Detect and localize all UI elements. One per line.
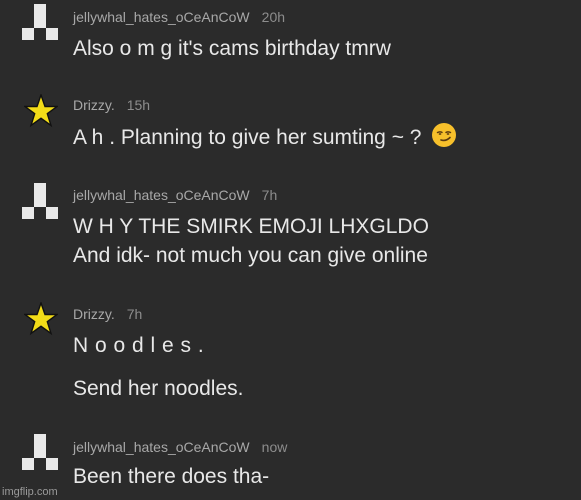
comment-text: Send her noodles. bbox=[73, 377, 244, 400]
username[interactable]: jellywhal_hates_oCeAnCoW bbox=[73, 187, 250, 203]
comment-text-line: A h . Planning to give her sumting ~ ? bbox=[73, 126, 422, 149]
comment-meta: Drizzy. 15h bbox=[73, 97, 150, 113]
comment-meta: Drizzy. 7h bbox=[73, 306, 142, 322]
comment-text: W H Y THE SMIRK EMOJI LHXGLDO bbox=[73, 215, 429, 238]
username[interactable]: Drizzy. bbox=[73, 97, 115, 113]
username[interactable]: jellywhal_hates_oCeAnCoW bbox=[73, 439, 250, 455]
star-avatar-icon[interactable] bbox=[24, 302, 58, 336]
timestamp: 7h bbox=[261, 187, 278, 203]
timestamp: 15h bbox=[126, 97, 151, 113]
comment-meta: jellywhal_hates_oCeAnCoW now bbox=[73, 439, 287, 455]
smirk-emoji-icon bbox=[432, 123, 457, 147]
comment-text: And idk- not much you can give online bbox=[73, 244, 428, 267]
timestamp: now bbox=[261, 439, 288, 455]
username[interactable]: Drizzy. bbox=[73, 306, 115, 322]
comment-text: Also o m g it's cams birthday tmrw bbox=[73, 37, 391, 60]
username[interactable]: jellywhal_hates_oCeAnCoW bbox=[73, 9, 250, 25]
comment-text: A h . Planning to give her sumting ~ ? bbox=[73, 122, 457, 152]
star-avatar-icon[interactable] bbox=[24, 94, 58, 128]
comment-meta: jellywhal_hates_oCeAnCoW 20h bbox=[73, 9, 285, 25]
checker-avatar-icon[interactable] bbox=[22, 4, 58, 40]
checker-avatar-icon[interactable] bbox=[22, 434, 58, 470]
comment-meta: jellywhal_hates_oCeAnCoW 7h bbox=[73, 187, 277, 203]
timestamp: 7h bbox=[126, 306, 143, 322]
comment-text: Been there does tha- bbox=[73, 465, 270, 488]
watermark: imgflip.com bbox=[2, 486, 58, 498]
timestamp: 20h bbox=[261, 9, 286, 25]
comment-text: N o o d l e s . bbox=[73, 334, 205, 357]
checker-avatar-icon[interactable] bbox=[22, 183, 58, 219]
